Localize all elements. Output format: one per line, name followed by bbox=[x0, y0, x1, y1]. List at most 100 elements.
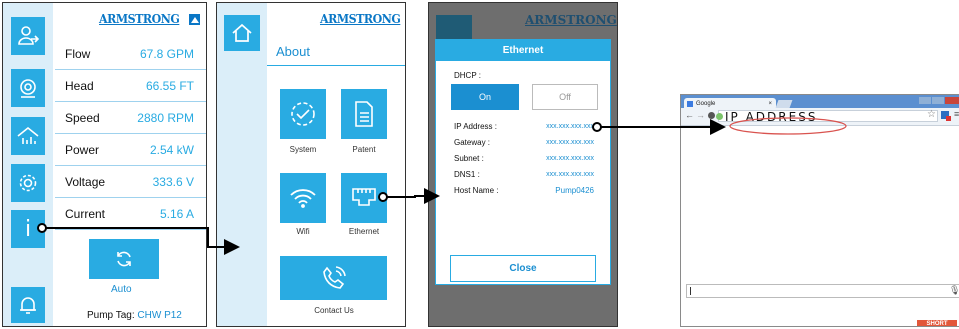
sidebar-button-building[interactable] bbox=[11, 117, 45, 155]
browser-toolbar: ← → IP ADDRESS ☆ ≡ bbox=[681, 108, 959, 126]
subnet-value: xxx.xxx.xxx.xxx bbox=[546, 155, 594, 162]
wifi-tile-label: Wifi bbox=[296, 227, 310, 236]
reading-value: 2880 RPM bbox=[137, 111, 194, 125]
dhcp-on-label: On bbox=[478, 92, 491, 102]
ethernet-tile-label: Ethernet bbox=[348, 227, 380, 236]
settings-gear-icon bbox=[19, 174, 37, 192]
pump-dashboard-screen: i ARMSTRONG Flow 67.8 GPM Head 66.55 FT Sp… bbox=[2, 2, 207, 327]
system-tile[interactable] bbox=[280, 89, 326, 139]
host-name-label: Host Name : bbox=[454, 186, 499, 195]
sidebar-button-pump[interactable] bbox=[11, 69, 45, 107]
gateway-label: Gateway : bbox=[454, 138, 491, 147]
search-box[interactable]: 🎙 bbox=[686, 284, 959, 298]
pump-icon bbox=[20, 79, 36, 98]
ip-address-label: IP Address : bbox=[454, 122, 497, 131]
extension-badge-icon bbox=[946, 116, 951, 121]
close-button[interactable]: Close bbox=[450, 255, 596, 282]
subnet-label: Subnet : bbox=[454, 154, 484, 163]
sidebar-button-settings[interactable] bbox=[11, 164, 45, 202]
pump-tag: Pump Tag: CHW P12 bbox=[87, 310, 182, 321]
auto-mode-label: Auto bbox=[111, 284, 132, 295]
bell-icon bbox=[20, 297, 36, 314]
back-icon[interactable]: ← bbox=[685, 110, 694, 120]
about-screen: ARMSTRONG About System Patent Wifi Ether… bbox=[216, 2, 406, 327]
ethernet-dialog-screen: ARMSTRONG Ethernet DHCP : On Off IP Addr… bbox=[428, 2, 618, 327]
ethernet-tile[interactable] bbox=[341, 173, 387, 223]
user-login-icon bbox=[18, 26, 39, 45]
reading-row-power: Power 2.54 kW bbox=[55, 134, 206, 166]
sidebar bbox=[217, 3, 267, 326]
reading-value: 66.55 FT bbox=[145, 79, 194, 93]
armstrong-logo: ARMSTRONG bbox=[320, 12, 405, 26]
page-title: About bbox=[276, 44, 310, 59]
microphone-icon[interactable]: 🎙 bbox=[949, 285, 959, 296]
new-tab-button[interactable] bbox=[775, 100, 793, 108]
armstrong-logo: ARMSTRONG bbox=[99, 12, 201, 26]
reading-value: 2.54 kW bbox=[149, 143, 194, 157]
reload-icon[interactable] bbox=[708, 112, 715, 119]
dimmed-logo: ARMSTRONG bbox=[525, 13, 617, 27]
patent-tile[interactable] bbox=[341, 89, 387, 139]
phone-icon bbox=[322, 266, 346, 289]
dialog-header: Ethernet bbox=[436, 40, 610, 61]
forward-icon[interactable]: → bbox=[696, 110, 705, 120]
maximize-icon[interactable] bbox=[932, 97, 944, 104]
building-icon bbox=[17, 126, 39, 144]
reading-label: Voltage bbox=[65, 175, 106, 189]
google-favicon-icon bbox=[687, 100, 693, 107]
dialog-title: Ethernet bbox=[502, 45, 544, 56]
brand-wordmark: ARMSTRONG bbox=[320, 12, 401, 26]
text-cursor bbox=[690, 287, 691, 295]
ip-address-value: xxx.xxx.xxx.xxx bbox=[546, 123, 594, 130]
reading-label: Speed bbox=[65, 111, 100, 125]
reading-label: Flow bbox=[65, 47, 91, 61]
auto-mode-button[interactable] bbox=[89, 239, 159, 279]
window-controls bbox=[919, 97, 959, 104]
reading-label: Head bbox=[65, 79, 94, 93]
dhcp-off-label: Off bbox=[559, 92, 571, 102]
sidebar-button-alarms[interactable] bbox=[11, 287, 45, 323]
sidebar-button-info[interactable]: i bbox=[11, 210, 45, 248]
dns1-label: DNS1 : bbox=[454, 170, 480, 179]
document-icon bbox=[355, 101, 373, 127]
pump-tag-value: CHW P12 bbox=[137, 310, 182, 321]
reading-row-voltage: Voltage 333.6 V bbox=[55, 166, 206, 198]
reading-label: Current bbox=[65, 207, 106, 221]
reading-value: 5.16 A bbox=[159, 207, 194, 221]
contact-us-label: Contact Us bbox=[314, 306, 354, 315]
tab-close-icon[interactable]: × bbox=[768, 101, 772, 107]
dhcp-label: DHCP : bbox=[454, 71, 481, 80]
close-button-label: Close bbox=[509, 263, 537, 274]
reading-row-speed: Speed 2880 RPM bbox=[55, 102, 206, 134]
brand-mark-icon bbox=[189, 13, 201, 25]
info-icon: i bbox=[24, 216, 32, 242]
ethernet-port-icon bbox=[352, 188, 376, 206]
refresh-icon bbox=[117, 251, 131, 267]
bookmark-star-icon[interactable]: ☆ bbox=[927, 109, 936, 120]
footer-badge: SHORT bbox=[917, 320, 957, 327]
sidebar-button-login[interactable] bbox=[11, 17, 45, 55]
wifi-tile[interactable] bbox=[280, 173, 326, 223]
title-divider bbox=[267, 65, 405, 66]
system-gear-check-icon bbox=[291, 102, 315, 126]
home-button[interactable] bbox=[224, 15, 260, 51]
contact-us-tile[interactable] bbox=[280, 256, 387, 300]
sidebar: i bbox=[3, 3, 53, 326]
reading-row-flow: Flow 67.8 GPM bbox=[55, 38, 206, 70]
footer-badge-label: SHORT bbox=[926, 321, 948, 327]
reading-value: 333.6 V bbox=[152, 175, 194, 189]
dhcp-on-button[interactable]: On bbox=[451, 84, 519, 110]
address-text: IP ADDRESS bbox=[725, 110, 818, 124]
brand-wordmark: ARMSTRONG bbox=[99, 12, 180, 26]
gateway-value: xxx.xxx.xxx.xxx bbox=[546, 139, 594, 146]
close-window-icon[interactable] bbox=[945, 97, 959, 104]
system-tile-label: System bbox=[289, 145, 317, 154]
dhcp-off-button[interactable]: Off bbox=[532, 84, 598, 110]
ethernet-dialog: Ethernet DHCP : On Off IP Address : xxx.… bbox=[435, 39, 611, 285]
menu-icon[interactable]: ≡ bbox=[954, 109, 959, 119]
browser-window: Google × ← → IP ADDRESS ☆ ≡ 🎙 SHORT bbox=[680, 94, 959, 327]
minimize-icon[interactable] bbox=[919, 97, 931, 104]
wifi-icon bbox=[290, 189, 316, 208]
reading-label: Power bbox=[65, 143, 100, 157]
dns1-value: xxx.xxx.xxx.xxx bbox=[546, 171, 594, 178]
